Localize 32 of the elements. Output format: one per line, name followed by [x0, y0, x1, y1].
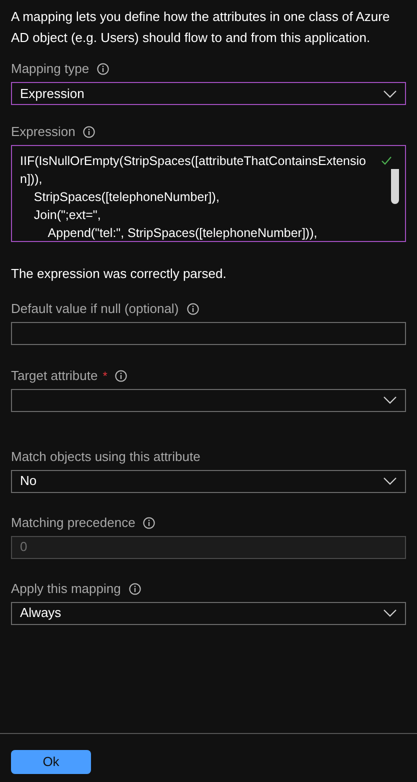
chevron-down-icon — [383, 609, 397, 617]
field-label: Expression — [11, 123, 76, 142]
field-label: Apply this mapping — [11, 580, 121, 598]
info-icon[interactable] — [97, 63, 110, 75]
field-label: Target attribute — [11, 366, 98, 385]
field-label: Default value if null (optional) — [11, 300, 179, 318]
field-label: Match objects using this attribute — [11, 448, 200, 466]
required-asterisk: * — [102, 368, 108, 384]
info-icon[interactable] — [115, 370, 128, 382]
dropdown-value: No — [20, 472, 37, 490]
chevron-down-icon — [383, 477, 397, 485]
dropdown[interactable]: Expression — [11, 82, 406, 105]
text-field[interactable] — [11, 322, 406, 344]
dropdown[interactable]: No — [11, 470, 406, 492]
info-icon[interactable] — [128, 582, 141, 594]
info-icon[interactable] — [186, 302, 199, 314]
expression-editor[interactable]: IIF(IsNullOrEmpty(StripSpaces([attributeThatContainsExtension])), StripSpaces([telephoneNumber]), Join(";ext=", Append("tel:", StripSpaces([telephoneNumber])), — [11, 145, 406, 242]
dropdown-value: Always — [20, 604, 62, 622]
dropdown[interactable] — [11, 388, 406, 412]
scrollbar[interactable] — [391, 149, 399, 204]
description-text: A mapping lets you define how the attributes in one class of Azure AD object (e.g. Users) should flow to and from this application. — [11, 8, 391, 47]
dropdown[interactable]: Always — [11, 602, 406, 624]
placeholder-text: 0 — [20, 538, 28, 556]
info-icon[interactable] — [83, 126, 96, 138]
field-label: Mapping type — [11, 60, 90, 78]
field-label: Matching precedence — [11, 514, 136, 532]
validation-message: The expression was correctly parsed. — [11, 265, 228, 283]
ok-button[interactable]: Ok — [11, 750, 91, 774]
dropdown-value: Expression — [20, 84, 84, 103]
chevron-down-icon — [383, 396, 397, 404]
expression-text: IIF(IsNullOrEmpty(StripSpaces([attributeThatContainsExtension])), StripSpaces([telephoneNumber]), Join(";ext=", Append("tel:", StripSpaces([telephoneNumber])), — [19, 153, 367, 241]
chevron-down-icon — [383, 90, 397, 98]
